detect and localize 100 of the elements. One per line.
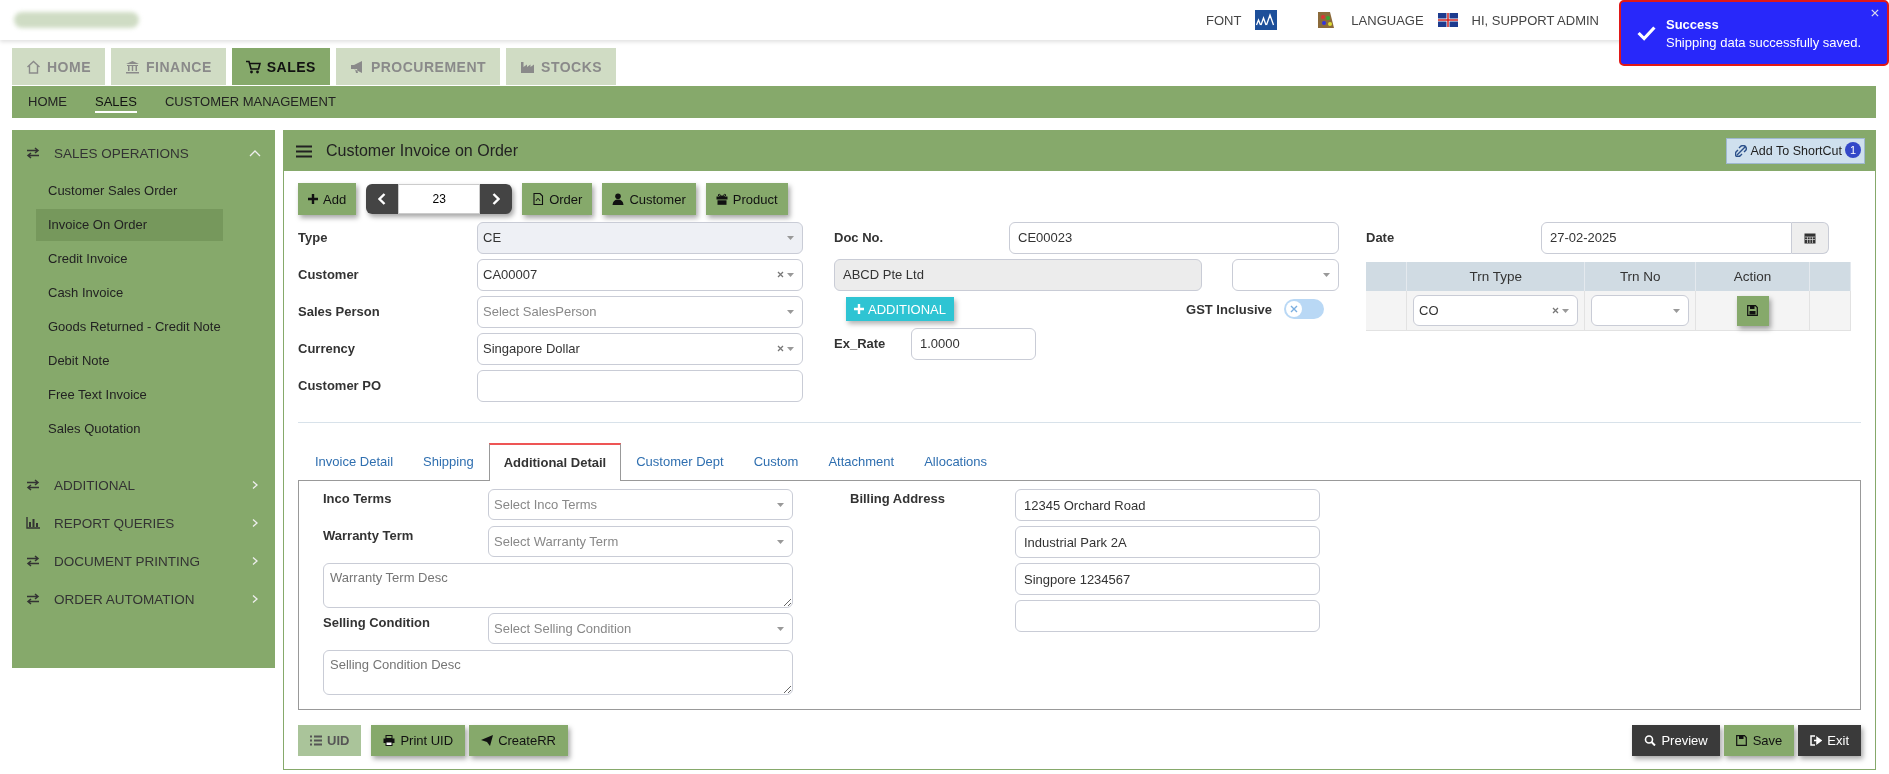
close-icon[interactable] xyxy=(1871,8,1879,18)
caret-icon xyxy=(777,539,784,544)
select-field[interactable]: CO xyxy=(1413,295,1579,326)
sidebar-item[interactable]: Credit Invoice xyxy=(36,243,257,275)
user-greeting[interactable]: HI, SUPPORT ADMIN xyxy=(1471,12,1599,28)
home-icon xyxy=(26,59,41,74)
caret-icon xyxy=(777,502,784,507)
clear-icon[interactable] xyxy=(777,271,784,278)
select-field[interactable]: Select SalesPerson xyxy=(477,295,803,328)
paper-plane-icon xyxy=(481,734,494,746)
plus-icon xyxy=(308,194,318,204)
detail-tab[interactable]: Custom xyxy=(738,443,814,480)
save-row-button[interactable] xyxy=(1736,295,1769,326)
field-label: Warranty Term xyxy=(323,527,415,543)
menu-icon[interactable] xyxy=(296,144,312,158)
text-area[interactable]: Selling Condition Desc xyxy=(323,650,793,695)
bank-icon xyxy=(125,59,140,74)
add-to-shortcut-button[interactable]: Add To ShortCut 1 xyxy=(1725,138,1865,164)
select-field[interactable] xyxy=(1591,295,1690,326)
sidebar-item[interactable]: Cash Invoice xyxy=(36,277,257,309)
sidebar-section-header[interactable]: SALES OPERATIONS xyxy=(12,134,275,172)
language-label[interactable]: LANGUAGE xyxy=(1351,12,1424,28)
action-button[interactable]: Preview xyxy=(1632,724,1720,756)
detail-tab[interactable]: Additional Detail xyxy=(488,443,622,481)
sub-nav-link[interactable]: CUSTOMER MANAGEMENT xyxy=(164,91,336,113)
add-button[interactable]: Add xyxy=(298,183,357,215)
address-field[interactable]: Industrial Park 2A xyxy=(1015,526,1320,558)
chevron-right-icon xyxy=(492,193,501,205)
toggle-switch[interactable] xyxy=(1284,299,1324,319)
exchange-icon xyxy=(26,479,40,491)
clear-icon[interactable] xyxy=(1552,307,1560,314)
sidebar-item[interactable]: Debit Note xyxy=(36,345,257,377)
address-field[interactable] xyxy=(1015,600,1320,632)
field-label: Sales Person xyxy=(298,304,381,319)
column-header: Action xyxy=(1695,262,1810,291)
clear-icon[interactable] xyxy=(777,345,784,352)
detail-tab[interactable]: Attachment xyxy=(813,443,910,480)
toolbar-button[interactable]: Product xyxy=(705,183,788,215)
sidebar-item[interactable]: Free Text Invoice xyxy=(36,379,257,411)
action-button[interactable]: Save xyxy=(1723,724,1795,756)
field-label: Inco Terms xyxy=(323,490,393,506)
text-field[interactable]: CE00023 xyxy=(1009,221,1339,254)
address-field[interactable]: 12345 Orchard Road xyxy=(1015,489,1320,521)
record-number-field[interactable]: 23 xyxy=(398,184,481,214)
count-badge: 1 xyxy=(1845,142,1861,158)
sub-nav-link[interactable]: HOME xyxy=(28,91,67,113)
sidebar-section-header[interactable]: ADDITIONAL xyxy=(12,466,275,504)
action-button[interactable]: UID xyxy=(298,724,362,756)
text-area[interactable]: Warranty Term Desc xyxy=(323,563,793,608)
address-field[interactable]: Singpore 1234567 xyxy=(1015,563,1320,595)
document-icon xyxy=(532,193,545,205)
sidebar-section-header[interactable]: REPORT QUERIES xyxy=(12,504,275,542)
toolbar-button[interactable]: Customer xyxy=(602,183,696,215)
sidebar-item[interactable]: Sales Quotation xyxy=(36,413,257,445)
action-button[interactable]: Exit xyxy=(1798,724,1861,756)
customer-name-field[interactable]: ABCD Pte Ltd xyxy=(834,258,1202,291)
select-field[interactable]: Select Inco Terms xyxy=(488,489,793,520)
toolbar-button[interactable]: Order xyxy=(522,183,593,215)
next-button[interactable] xyxy=(480,184,513,214)
sidebar-item[interactable]: Invoice On Order xyxy=(36,209,223,241)
detail-tab[interactable]: Allocations xyxy=(909,443,1003,480)
caret-icon xyxy=(777,626,784,631)
action-button[interactable]: CreateRR xyxy=(469,724,568,756)
exchange-icon xyxy=(26,593,40,605)
previous-button[interactable] xyxy=(366,184,399,214)
sub-nav-link[interactable]: SALES xyxy=(95,91,137,113)
panel-title: Customer Invoice on Order xyxy=(326,142,519,160)
field-label: Customer PO xyxy=(298,378,383,393)
sidebar-section-header[interactable]: DOCUMENT PRINTING xyxy=(12,542,275,580)
text-field[interactable] xyxy=(477,369,803,402)
calendar-button[interactable] xyxy=(1792,221,1829,254)
date-field[interactable]: 27-02-2025 xyxy=(1541,221,1792,254)
list-icon xyxy=(310,734,322,746)
detail-tab[interactable]: Shipping xyxy=(408,443,489,480)
select-field[interactable]: Singapore Dollar xyxy=(477,332,803,365)
select-field[interactable]: Select Selling Condition xyxy=(488,613,793,644)
field-label: Type xyxy=(298,230,329,245)
sidebar-item[interactable]: Goods Returned - Credit Note xyxy=(36,311,257,343)
caret-icon xyxy=(787,272,794,277)
cross-icon xyxy=(1290,305,1298,313)
sidebar-section-header[interactable]: ORDER AUTOMATION xyxy=(12,580,275,618)
module-tab[interactable]: SALES xyxy=(231,48,330,85)
sidebar-item[interactable]: Customer Sales Order xyxy=(36,175,257,207)
toast-message: Shipping data successfully saved. xyxy=(1665,34,1862,50)
megaphone-icon xyxy=(349,59,365,74)
flag-icon[interactable] xyxy=(1437,13,1458,27)
detail-tab[interactable]: Invoice Detail xyxy=(300,443,409,480)
calendar-icon xyxy=(1804,231,1816,244)
action-button[interactable]: Print UID xyxy=(371,724,466,756)
caret-icon xyxy=(787,309,794,314)
select-field[interactable] xyxy=(1232,258,1339,291)
column-header: Trn No xyxy=(1584,262,1696,291)
text-field[interactable]: 1.0000 xyxy=(911,327,1036,360)
select-field[interactable]: Select Warranty Term xyxy=(488,526,793,557)
field-label: Currency xyxy=(298,341,357,356)
user-icon xyxy=(612,193,625,205)
detail-tab[interactable]: Customer Dept xyxy=(621,443,739,480)
caret-icon xyxy=(1673,308,1681,313)
select-field[interactable]: CA00007 xyxy=(477,258,803,291)
factory-icon xyxy=(520,59,536,74)
